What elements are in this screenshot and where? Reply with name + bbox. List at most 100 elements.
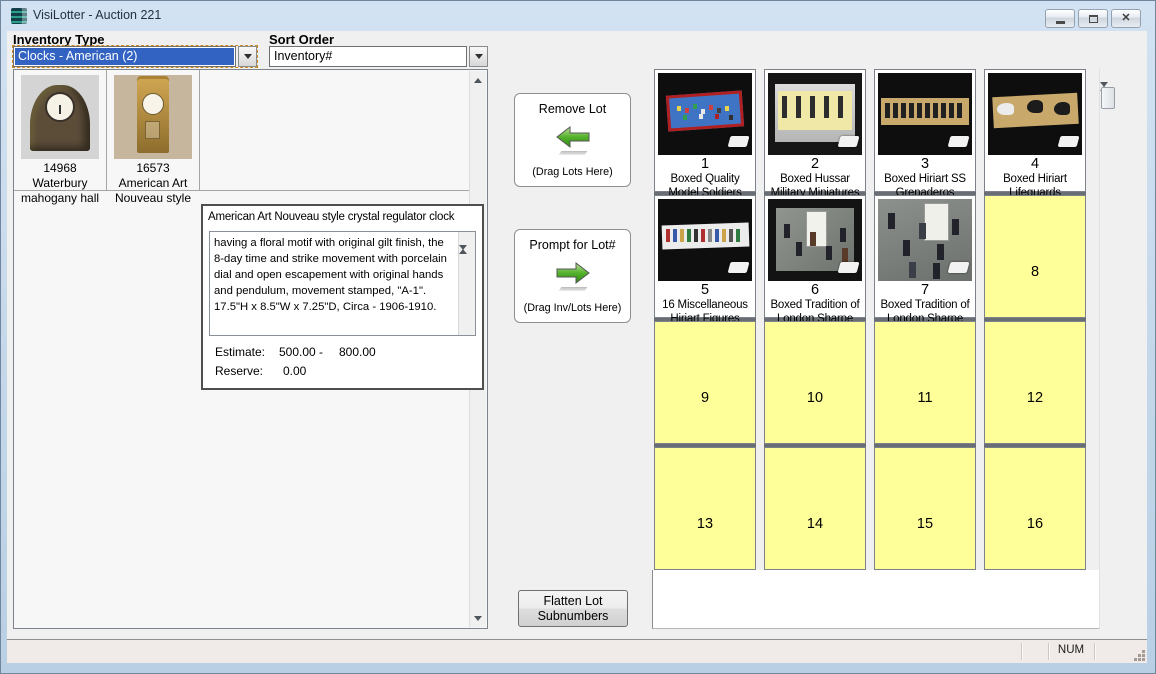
inventory-item-photo	[21, 75, 99, 159]
lot-number: 16	[985, 516, 1085, 532]
inventory-row: 14968Waterburymahogany hall16573American…	[14, 70, 469, 191]
lot-cell-15[interactable]: 15	[874, 447, 976, 570]
lot-number: 5	[655, 282, 755, 299]
sort-order-dropdown-button[interactable]	[469, 46, 488, 67]
prompt-for-lot-hint: (Drag Inv/Lots Here)	[515, 302, 630, 314]
prompt-for-lot-dropzone[interactable]: Prompt for Lot# (Drag Inv/Lots Here)	[514, 229, 631, 323]
lot-cell-8[interactable]: 8	[984, 195, 1086, 318]
lot-number: 7	[875, 282, 975, 299]
lot-photo	[768, 199, 862, 281]
lot-number: 2	[765, 156, 865, 173]
lot-cell-4[interactable]: 4Boxed HiriartLifeguards	[984, 69, 1086, 192]
description-scrollbar[interactable]	[458, 232, 475, 335]
close-button[interactable]: ✕	[1111, 9, 1141, 28]
lot-photo	[658, 73, 752, 155]
inventory-item[interactable]: 14968Waterburymahogany hall	[14, 70, 107, 190]
detail-description-box[interactable]: having a floral motif with original gilt…	[209, 231, 476, 336]
lot-number: 12	[985, 390, 1085, 406]
remove-lot-hint: (Drag Lots Here)	[515, 166, 630, 178]
sort-order-dropdown[interactable]: Inventory#	[269, 46, 488, 67]
lot-number: 3	[875, 156, 975, 173]
flatten-lot-subnumbers-button[interactable]: Flatten Lot Subnumbers	[518, 590, 628, 627]
inventory-type-dropdown[interactable]: Clocks - American (2)	[13, 46, 257, 67]
inventory-item-id: 16573	[107, 161, 199, 176]
restore-icon	[1089, 15, 1098, 23]
app-icon	[11, 8, 27, 24]
scroll-down-arrow[interactable]	[470, 610, 486, 626]
minimize-button[interactable]	[1045, 9, 1075, 28]
triangle-down-icon	[459, 245, 467, 267]
lot-number: 13	[655, 516, 755, 532]
status-bar: NUM	[7, 639, 1147, 663]
lot-number: 10	[765, 390, 865, 406]
inventory-type-value[interactable]: Clocks - American (2)	[13, 46, 236, 67]
lot-number: 11	[875, 390, 975, 406]
green-arrow-right-icon	[515, 261, 630, 291]
lot-cell-11[interactable]: 11	[874, 321, 976, 444]
lot-photo	[768, 73, 862, 155]
lot-cell-10[interactable]: 10	[764, 321, 866, 444]
window-title: VisiLotter - Auction 221	[33, 8, 161, 22]
detail-description-text: having a floral motif with original gilt…	[214, 235, 454, 315]
lot-photo	[658, 199, 752, 281]
lot-number: 9	[655, 390, 755, 406]
lot-cell-3[interactable]: 3Boxed Hiriart SSGrenaderos	[874, 69, 976, 192]
lot-photo	[988, 73, 1082, 155]
resize-grip[interactable]	[1142, 650, 1145, 653]
lots-column: 3Boxed Hiriart SSGrenaderos7Boxed Tradit…	[874, 69, 976, 570]
lots-column: 2Boxed HussarMilitary Miniatures6Boxed T…	[764, 69, 866, 570]
lot-number: 8	[985, 264, 1085, 280]
inventory-item-id: 14968	[14, 161, 106, 176]
sort-order-value[interactable]: Inventory#	[269, 46, 467, 67]
inventory-type-dropdown-button[interactable]	[238, 46, 257, 67]
sort-order-label: Sort Order	[269, 32, 334, 47]
scroll-down-arrow[interactable]	[459, 250, 475, 268]
lot-number: 6	[765, 282, 865, 299]
client-area: Inventory Type Sort Order Clocks - Ameri…	[7, 31, 1147, 663]
lots-scrollbar[interactable]	[1099, 69, 1116, 629]
lot-cell-14[interactable]: 14	[764, 447, 866, 570]
triangle-down-icon	[474, 616, 482, 621]
lot-cell-2[interactable]: 2Boxed HussarMilitary Miniatures	[764, 69, 866, 192]
restore-button[interactable]	[1078, 9, 1108, 28]
inventory-item-name: American ArtNouveau style	[107, 176, 199, 206]
green-arrow-left-icon	[515, 125, 630, 155]
window-controls: ✕	[1045, 9, 1141, 28]
inventory-item-name: Waterburymahogany hall	[14, 176, 106, 206]
scrollbar-thumb[interactable]	[1101, 87, 1115, 109]
lot-cell-9[interactable]: 9	[654, 321, 756, 444]
remove-lot-dropzone[interactable]: Remove Lot (Drag Lots Here)	[514, 93, 631, 187]
estimate-high: 800.00	[339, 345, 376, 359]
lot-number: 1	[655, 156, 755, 173]
statusbar-separator	[1094, 643, 1095, 660]
lot-number: 15	[875, 516, 975, 532]
scroll-up-arrow[interactable]	[470, 72, 486, 88]
estimate-label: Estimate:	[215, 345, 265, 359]
app-window: VisiLotter - Auction 221 ✕ Inventory Typ…	[0, 0, 1156, 674]
lot-cell-12[interactable]: 12	[984, 321, 1086, 444]
lot-photo	[878, 73, 972, 155]
inventory-item-photo	[114, 75, 192, 159]
lots-column: 1Boxed QualityModel Soldiers516 Miscella…	[654, 69, 756, 570]
lots-column: 4Boxed HiriartLifeguards 8 12 16	[984, 69, 1086, 570]
titlebar: VisiLotter - Auction 221 ✕	[1, 1, 1155, 31]
lot-number: 14	[765, 516, 865, 532]
prompt-for-lot-title: Prompt for Lot#	[515, 238, 630, 252]
flatten-line2: Subnumbers	[519, 609, 627, 624]
lot-cell-13[interactable]: 13	[654, 447, 756, 570]
lot-photo	[878, 199, 972, 281]
lot-cell-16[interactable]: 16	[984, 447, 1086, 570]
reserve-value: 0.00	[283, 364, 306, 378]
item-detail-popup: American Art Nouveau style crystal regul…	[201, 204, 484, 390]
lot-cell-6[interactable]: 6Boxed Tradition ofLondon Sharpe	[764, 195, 866, 318]
lot-cell-5[interactable]: 516 MiscellaneousHiriart Figures	[654, 195, 756, 318]
inventory-type-label: Inventory Type	[13, 32, 105, 47]
close-icon: ✕	[1121, 13, 1130, 24]
lot-cell-7[interactable]: 7Boxed Tradition ofLondon Sharpe	[874, 195, 976, 318]
statusbar-separator	[1021, 643, 1022, 660]
reserve-label: Reserve:	[215, 364, 263, 378]
num-lock-indicator: NUM	[1048, 644, 1094, 656]
lot-cell-1[interactable]: 1Boxed QualityModel Soldiers	[654, 69, 756, 192]
detail-title: American Art Nouveau style crystal regul…	[208, 211, 480, 223]
inventory-item[interactable]: 16573American ArtNouveau style	[107, 70, 200, 190]
